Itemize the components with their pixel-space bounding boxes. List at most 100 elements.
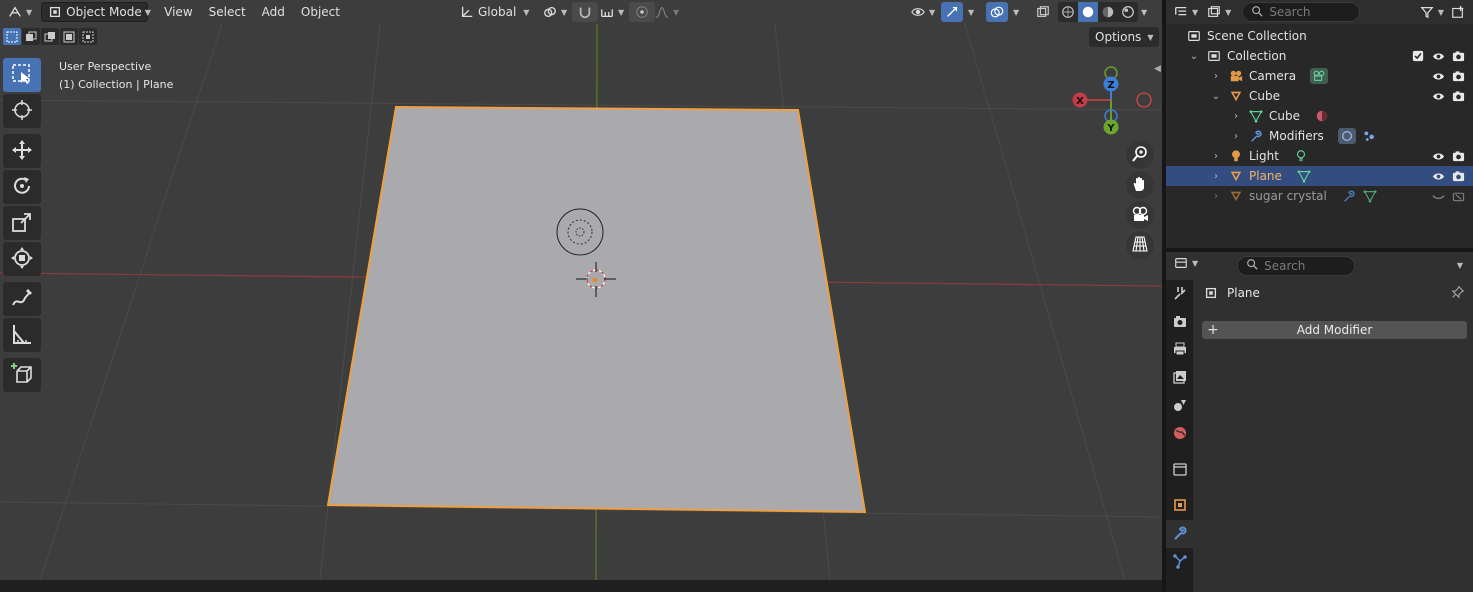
properties-search-field[interactable]: Search (1237, 255, 1356, 276)
collapse-chevron-icon[interactable]: ⌄ (1188, 51, 1200, 62)
menu-object[interactable]: Object (293, 2, 348, 22)
expand-chevron-icon[interactable]: › (1210, 191, 1222, 202)
modifier-subdivision-icon[interactable] (1337, 128, 1356, 144)
editor-type-button[interactable]: ▼ (2, 2, 37, 22)
transform-tool[interactable] (3, 242, 41, 276)
exclude-checkbox-icon[interactable] (1411, 49, 1425, 63)
select-new-icon[interactable] (3, 28, 21, 45)
outliner-row-camera[interactable]: › Camera (1166, 66, 1473, 86)
tab-modifiers[interactable] (1166, 520, 1193, 548)
tab-particles[interactable] (1166, 548, 1193, 576)
pan-view-button[interactable] (1126, 171, 1154, 199)
tab-tool[interactable] (1166, 280, 1193, 308)
eye-icon[interactable] (1431, 49, 1445, 63)
options-dropdown[interactable]: Options ▼ (1089, 27, 1160, 47)
menu-view[interactable]: View (156, 2, 200, 22)
pivot-point-dropdown[interactable]: ▼ (537, 2, 572, 22)
display-mode-dropdown[interactable]: ▼ (1203, 2, 1234, 22)
tab-output[interactable] (1166, 336, 1193, 364)
overlay-dropdown-chevron-icon[interactable]: ▼ (1013, 8, 1019, 17)
cursor-tool[interactable] (3, 94, 41, 128)
render-disabled-icon[interactable] (1451, 189, 1465, 203)
overlay-toggle[interactable] (986, 2, 1008, 22)
shading-dropdown-chevron-icon[interactable]: ▼ (1141, 8, 1147, 17)
mesh-data-icon[interactable] (1296, 168, 1312, 184)
outliner-row-collection[interactable]: ⌄ Collection (1166, 46, 1473, 66)
render-camera-icon[interactable] (1451, 169, 1465, 183)
eye-icon[interactable] (1431, 69, 1445, 83)
camera-data-icon[interactable] (1310, 68, 1329, 84)
visibility-dropdown[interactable]: ▼ (905, 2, 940, 22)
expand-chevron-icon[interactable]: › (1230, 111, 1242, 122)
render-camera-icon[interactable] (1451, 89, 1465, 103)
tab-scene[interactable] (1166, 392, 1193, 420)
outliner-row-scene-collection[interactable]: Scene Collection (1166, 26, 1473, 46)
menu-select[interactable]: Select (201, 2, 254, 22)
move-tool[interactable] (3, 134, 41, 168)
mesh-data-icon[interactable] (1362, 188, 1378, 204)
solid-shading-icon[interactable] (1078, 2, 1098, 22)
menu-add[interactable]: Add (254, 2, 293, 22)
eye-icon[interactable] (1431, 169, 1445, 183)
outliner-filter-dropdown[interactable]: ▼ (1416, 2, 1447, 22)
mode-dropdown[interactable]: Object Mode ▼ (41, 2, 151, 22)
tab-collection[interactable] (1166, 456, 1193, 484)
gizmo-dropdown-chevron-icon[interactable]: ▼ (968, 8, 974, 17)
zoom-view-button[interactable] (1126, 141, 1154, 169)
falloff-dropdown[interactable]: ▼ (649, 2, 684, 22)
xray-toggle[interactable] (1032, 2, 1054, 22)
material-shading-icon[interactable] (1098, 2, 1118, 22)
eye-closed-icon[interactable] (1431, 189, 1445, 203)
sidebar-collapse-arrow-icon[interactable]: ◀ (1154, 64, 1161, 74)
select-invert-icon[interactable] (60, 28, 78, 45)
annotate-tool[interactable] (3, 282, 41, 316)
expand-chevron-icon[interactable]: › (1210, 171, 1222, 182)
select-box-tool[interactable] (3, 58, 41, 92)
outliner-row-light[interactable]: › Light (1166, 146, 1473, 166)
light-data-icon[interactable] (1293, 148, 1309, 164)
snap-target-dropdown[interactable]: ▼ (594, 2, 629, 22)
outliner-editor-type-button[interactable]: ▼ (1170, 2, 1201, 22)
render-camera-icon[interactable] (1451, 149, 1465, 163)
outliner-row-modifiers[interactable]: › Modifiers (1166, 126, 1473, 146)
outliner-row-sugar-crystal[interactable]: › sugar crystal (1166, 186, 1473, 206)
material-sphere-icon[interactable] (1314, 108, 1330, 124)
rotate-tool[interactable] (3, 170, 41, 204)
select-extend-icon[interactable] (22, 28, 40, 45)
add-modifier-button[interactable]: + Add Modifier (1202, 321, 1467, 339)
render-camera-icon[interactable] (1451, 69, 1465, 83)
select-subtract-icon[interactable] (41, 28, 59, 45)
properties-options-chevron-icon[interactable]: ▼ (1457, 261, 1463, 270)
outliner-row-cube[interactable]: ⌄ Cube (1166, 86, 1473, 106)
eye-icon[interactable] (1431, 89, 1445, 103)
rendered-shading-icon[interactable] (1118, 2, 1138, 22)
tab-view-layer[interactable] (1166, 364, 1193, 392)
tab-render[interactable] (1166, 308, 1193, 336)
expand-chevron-icon[interactable]: › (1230, 131, 1242, 142)
tab-object[interactable] (1166, 492, 1193, 520)
outliner-search-field[interactable]: Search (1242, 2, 1361, 22)
gizmo-toggle[interactable] (941, 2, 963, 22)
expand-chevron-icon[interactable]: › (1210, 151, 1222, 162)
navigation-gizmo[interactable]: X Z Y (1072, 66, 1152, 135)
select-intersect-icon[interactable] (79, 28, 97, 45)
modifier-particles-icon[interactable] (1361, 128, 1377, 144)
measure-tool[interactable] (3, 318, 41, 352)
viewport-canvas[interactable]: X Z Y (0, 0, 1162, 580)
new-collection-button[interactable] (1447, 2, 1469, 22)
plane-object[interactable] (326, 105, 867, 514)
properties-editor-type-button[interactable]: ▼ (1170, 253, 1201, 273)
collapse-chevron-icon[interactable]: ⌄ (1210, 91, 1222, 102)
render-camera-icon[interactable] (1451, 49, 1465, 63)
camera-view-button[interactable] (1126, 201, 1154, 229)
expand-chevron-icon[interactable]: › (1210, 71, 1222, 82)
pin-icon[interactable] (1451, 285, 1465, 302)
scale-tool[interactable] (3, 206, 41, 240)
outliner-row-plane[interactable]: › Plane (1166, 166, 1473, 186)
outliner-row-cube-mesh[interactable]: › Cube (1166, 106, 1473, 126)
eye-icon[interactable] (1431, 149, 1445, 163)
add-cube-tool[interactable] (3, 358, 41, 392)
tab-world[interactable] (1166, 420, 1193, 448)
perspective-toggle-button[interactable] (1126, 231, 1154, 259)
wrench-icon[interactable] (1341, 188, 1357, 204)
